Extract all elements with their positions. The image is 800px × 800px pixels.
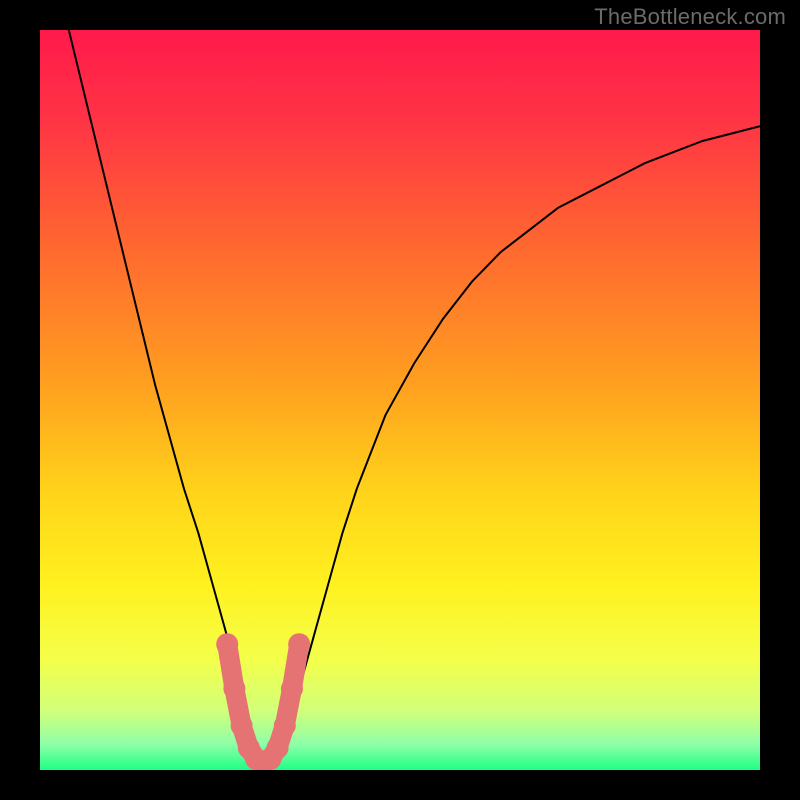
highlight-dot — [223, 678, 245, 700]
highlight-dot — [216, 633, 238, 655]
highlight-dot — [274, 715, 296, 737]
chart-svg — [40, 30, 760, 770]
highlight-dot — [267, 737, 289, 759]
gradient-background — [40, 30, 760, 770]
highlight-dot — [288, 633, 310, 655]
chart-frame: TheBottleneck.com — [0, 0, 800, 800]
highlight-dot — [281, 678, 303, 700]
plot-area — [40, 30, 760, 770]
highlight-dot — [231, 715, 253, 737]
watermark-label: TheBottleneck.com — [594, 4, 786, 30]
